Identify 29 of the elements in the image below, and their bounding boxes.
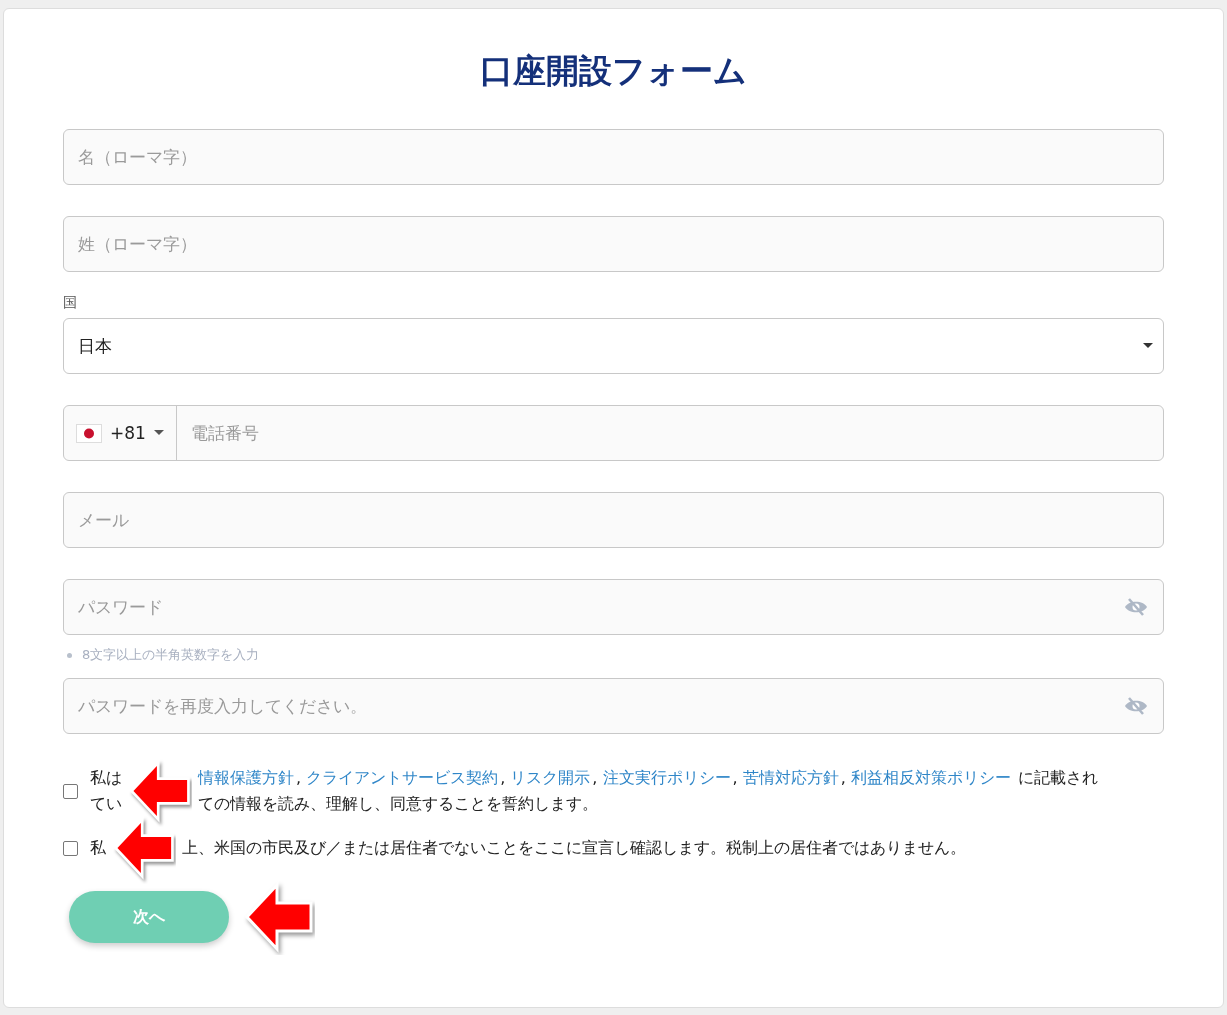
policy-link[interactable]: 利益相反対策ポリシー bbox=[850, 768, 1011, 787]
field-label: 国 bbox=[63, 294, 78, 312]
policy-link[interactable]: リスク開示 bbox=[510, 768, 591, 787]
form-title: 口座開設フォーム bbox=[479, 50, 748, 92]
text-field[interactable]: 名（ローマ字） bbox=[63, 129, 1164, 185]
policy-link[interactable]: 情報保護方針 bbox=[198, 768, 294, 787]
password-field[interactable]: パスワード bbox=[63, 579, 1164, 635]
consent-text: 上、米国の市民及び／または居住者でないことをここに宣言し確認します。税制上の居住者ではありません。 bbox=[182, 837, 966, 859]
consent-text: 情報保護方針, クライアントサービス契約, リスク開示, 注文実行ポリシー, 苦情対応方針, 利益相反対策ポリシー に記載され bbox=[198, 767, 1098, 789]
policy-link[interactable]: 苦情対応方針 bbox=[742, 768, 839, 787]
phone-field[interactable]: +81 電話番号 bbox=[63, 405, 1164, 461]
text-field[interactable]: 姓（ローマ字） bbox=[63, 216, 1164, 272]
flag-icon bbox=[76, 423, 102, 443]
caret-icon bbox=[1143, 343, 1153, 349]
policy-link[interactable]: クライアントサービス契約 bbox=[306, 768, 499, 787]
password-hint: 8文字以上の半角英数字を入力 bbox=[82, 646, 260, 664]
password-field[interactable]: パスワードを再度入力してください。 bbox=[63, 678, 1164, 734]
country-code-picker[interactable]: +81 bbox=[64, 406, 177, 460]
country-select[interactable]: 日本 bbox=[63, 318, 1164, 374]
text-field[interactable]: メール bbox=[63, 492, 1164, 548]
policy-link[interactable]: 注文実行ポリシー bbox=[602, 768, 731, 787]
checkbox[interactable] bbox=[63, 840, 78, 856]
consent-text: ての情報を読み、理解し、同意することを誓約します。 bbox=[198, 793, 599, 815]
caret-icon bbox=[153, 430, 164, 436]
consent-text: 私は bbox=[90, 767, 122, 789]
consent-text: てい bbox=[90, 793, 122, 815]
consent-text: 私 bbox=[90, 837, 106, 859]
checkbox[interactable] bbox=[63, 783, 78, 799]
bullet-icon bbox=[67, 652, 72, 658]
